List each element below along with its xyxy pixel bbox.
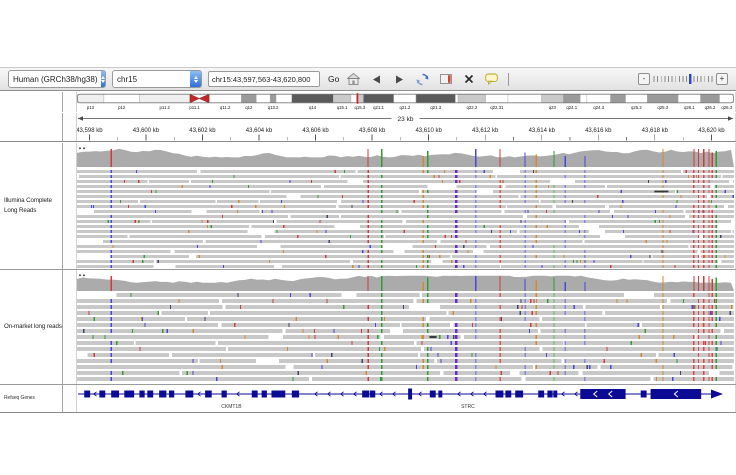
close-button[interactable] bbox=[460, 71, 477, 88]
svg-text:43,612 kb: 43,612 kb bbox=[472, 128, 499, 134]
svg-text:q13.2: q13.2 bbox=[268, 105, 279, 110]
svg-text:43,616 kb: 43,616 kb bbox=[585, 128, 612, 134]
track-name: Illumina Complete Long Reads bbox=[0, 196, 62, 215]
speech-bubble-icon bbox=[485, 73, 498, 85]
define-region-icon bbox=[440, 73, 452, 85]
gene-label: CKMT1B bbox=[221, 404, 242, 410]
home-button[interactable] bbox=[345, 71, 362, 88]
toolbar-separator bbox=[508, 73, 509, 86]
alignment-reads-onmarket[interactable] bbox=[77, 292, 734, 382]
svg-text:p12: p12 bbox=[118, 105, 126, 110]
chevron-updown-icon bbox=[190, 71, 201, 87]
svg-text:43,604 kb: 43,604 kb bbox=[246, 128, 273, 134]
igv-window: Human (GRCh38/hg38) chr15 Go bbox=[0, 67, 736, 413]
zoom-slider[interactable] bbox=[652, 73, 714, 85]
tooltip-button[interactable] bbox=[483, 71, 500, 88]
svg-text:23 kb: 23 kb bbox=[398, 116, 414, 123]
svg-text:43,606 kb: 43,606 kb bbox=[302, 128, 329, 134]
svg-text:q21.2: q21.2 bbox=[399, 105, 410, 110]
svg-text:43,608 kb: 43,608 kb bbox=[359, 128, 386, 134]
chromosome-ideogram[interactable]: p13 p12 p11.2 p11.1 q11.2 q12 q13.2 q14 q15.1 q15… bbox=[77, 92, 734, 112]
svg-text:q23: q23 bbox=[549, 105, 557, 110]
svg-text:q26.3: q26.3 bbox=[721, 105, 732, 110]
svg-text:43,602 kb: 43,602 kb bbox=[189, 128, 216, 134]
tracks-frame: Illumina Complete Long Reads On-market l… bbox=[0, 141, 736, 413]
svg-text:q22.31: q22.31 bbox=[490, 105, 504, 110]
svg-text:q21.1: q21.1 bbox=[373, 105, 384, 110]
region-tool-button[interactable] bbox=[437, 71, 454, 88]
svg-text:q24.3: q24.3 bbox=[593, 105, 604, 110]
svg-text:p11.1: p11.1 bbox=[189, 105, 200, 110]
svg-text:43,598 kb: 43,598 kb bbox=[77, 128, 103, 134]
track-illumina: Illumina Complete Long Reads bbox=[0, 143, 736, 269]
track-name: Refseq Genes bbox=[0, 395, 35, 403]
svg-text:p13: p13 bbox=[87, 105, 95, 110]
svg-text:q26.1: q26.1 bbox=[684, 105, 695, 110]
svg-text:43,618 kb: 43,618 kb bbox=[642, 128, 669, 134]
back-button[interactable] bbox=[368, 71, 385, 88]
main-panel: p13 p12 p11.2 p11.1 q11.2 q12 q13.2 q14 q15.1 q15… bbox=[0, 91, 736, 413]
zoom-control: - + bbox=[638, 73, 728, 85]
home-icon bbox=[347, 73, 360, 85]
svg-text:q25.2: q25.2 bbox=[631, 105, 642, 110]
track-name: On-market long reads bbox=[0, 322, 62, 332]
svg-text:43,610 kb: 43,610 kb bbox=[415, 128, 442, 134]
svg-text:q12: q12 bbox=[245, 105, 253, 110]
refresh-icon bbox=[416, 73, 429, 86]
track-label-onmarket[interactable]: On-market long reads bbox=[0, 270, 63, 384]
genome-select-value: Human (GRCh38/hg38) bbox=[9, 73, 101, 86]
ruler-row: 23 kb 43,598 kb 43,600 kb 43,602 kb 43,604 k… bbox=[0, 113, 736, 141]
svg-text:q21.3: q21.3 bbox=[430, 105, 441, 110]
track-label-refseq[interactable]: Refseq Genes bbox=[0, 385, 63, 412]
svg-text:q14: q14 bbox=[309, 105, 317, 110]
zoom-out-button[interactable]: - bbox=[638, 73, 650, 85]
svg-text:p11.2: p11.2 bbox=[159, 105, 170, 110]
alignment-reads-illumina[interactable] bbox=[77, 169, 734, 269]
svg-text:43,620 kb: 43,620 kb bbox=[698, 128, 725, 134]
refresh-button[interactable] bbox=[414, 71, 431, 88]
svg-text:q26.2: q26.2 bbox=[705, 105, 716, 110]
x-icon bbox=[464, 74, 474, 84]
coverage-track-illumina[interactable] bbox=[77, 146, 734, 167]
toolbar: Human (GRCh38/hg38) chr15 Go bbox=[0, 67, 736, 91]
locus-ruler[interactable]: 23 kb 43,598 kb 43,600 kb 43,602 kb 43,604 k… bbox=[77, 113, 734, 141]
track-refseq-genes: Refseq Genes CKMT1B STRC bbox=[0, 384, 736, 412]
svg-text:q15.3: q15.3 bbox=[354, 105, 365, 110]
svg-text:43,614 kb: 43,614 kb bbox=[529, 128, 556, 134]
chromosome-select-value: chr15 bbox=[113, 73, 190, 86]
zoom-in-button[interactable]: + bbox=[716, 73, 728, 85]
gene-label: STRC bbox=[461, 404, 475, 410]
locus-input[interactable] bbox=[208, 71, 320, 87]
svg-text:q22.2: q22.2 bbox=[466, 105, 477, 110]
track-label-illumina[interactable]: Illumina Complete Long Reads bbox=[0, 143, 63, 269]
forward-button[interactable] bbox=[391, 71, 408, 88]
track-onmarket: On-market long reads bbox=[0, 269, 736, 384]
chevron-updown-icon bbox=[101, 71, 105, 87]
svg-text:q24.1: q24.1 bbox=[566, 105, 577, 110]
svg-text:43,600 kb: 43,600 kb bbox=[133, 128, 160, 134]
coverage-track-onmarket[interactable] bbox=[77, 273, 734, 291]
refseq-genes-canvas[interactable]: CKMT1B STRC bbox=[77, 385, 734, 412]
svg-text:q25.3: q25.3 bbox=[657, 105, 668, 110]
genome-select[interactable]: Human (GRCh38/hg38) bbox=[8, 70, 106, 88]
chromosome-select[interactable]: chr15 bbox=[112, 70, 202, 88]
go-button[interactable]: Go bbox=[328, 74, 339, 84]
ideogram-row: p13 p12 p11.2 p11.1 q11.2 q12 q13.2 q14 q15.1 q15… bbox=[0, 92, 736, 112]
back-arrow-icon bbox=[372, 75, 381, 84]
svg-text:q11.2: q11.2 bbox=[220, 105, 231, 110]
forward-arrow-icon bbox=[395, 75, 404, 84]
svg-text:q15.1: q15.1 bbox=[337, 105, 348, 110]
